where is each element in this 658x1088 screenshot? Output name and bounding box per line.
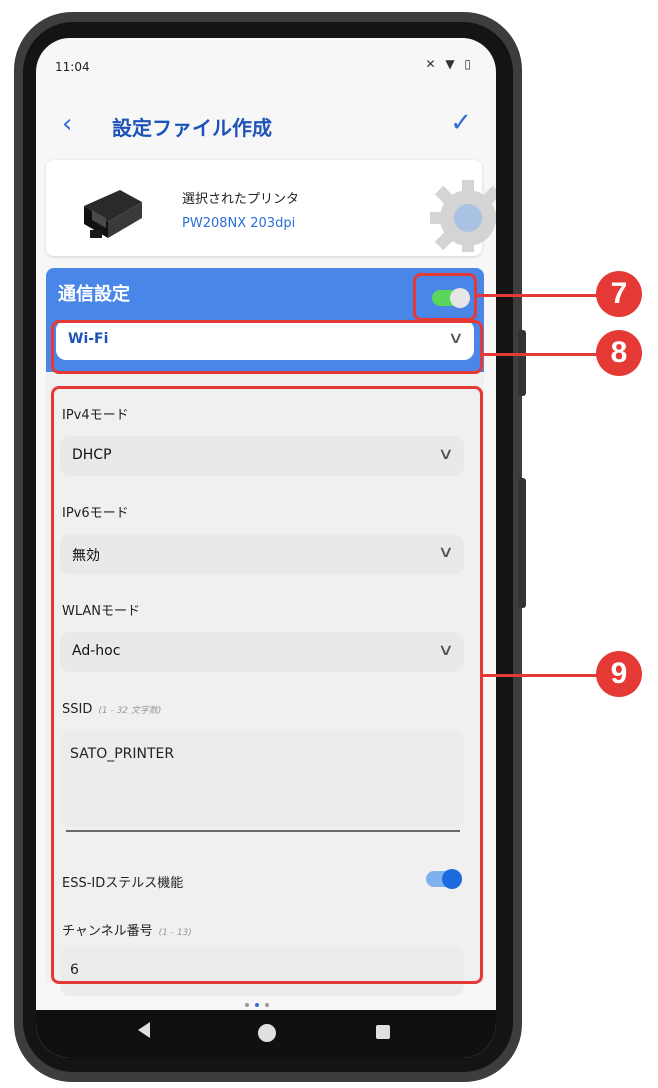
callout-9-connector	[483, 674, 597, 677]
callout-7-badge: 7	[596, 271, 642, 317]
comm-settings-title: 通信設定	[58, 284, 130, 305]
printer-label: 選択されたプリンタ	[182, 192, 300, 207]
nav-back-icon[interactable]	[138, 1022, 150, 1038]
page-dot	[245, 1003, 249, 1007]
volume-button	[518, 330, 526, 396]
printer-icon	[84, 190, 142, 238]
printer-model: PW208NX 203dpi	[182, 216, 296, 231]
page-title: 設定ファイル作成	[112, 116, 272, 140]
page-indicator	[242, 992, 272, 1011]
nav-recents-icon[interactable]	[376, 1025, 390, 1039]
callout-8-highlight	[51, 320, 483, 374]
check-icon[interactable]: ✓	[450, 108, 472, 138]
navigation-bar	[36, 1010, 496, 1058]
power-button	[518, 478, 526, 608]
printer-card[interactable]: 選択されたプリンタ PW208NX 203dpi	[46, 160, 496, 256]
status-time: 11:04	[55, 60, 90, 74]
status-icons: ✕ ▼ ▯	[425, 57, 474, 71]
gear-icon[interactable]	[422, 172, 496, 252]
callout-7-connector	[477, 294, 597, 297]
callout-9-highlight	[51, 386, 483, 984]
nav-home-icon[interactable]	[258, 1024, 276, 1042]
back-icon[interactable]: ‹	[62, 111, 72, 137]
callout-8-badge: 8	[596, 330, 642, 376]
callout-9-badge: 9	[596, 651, 642, 697]
page-dot	[265, 1003, 269, 1007]
callout-8-connector	[483, 353, 597, 356]
callout-7-highlight	[413, 273, 477, 321]
page-dot-active	[255, 1003, 259, 1007]
